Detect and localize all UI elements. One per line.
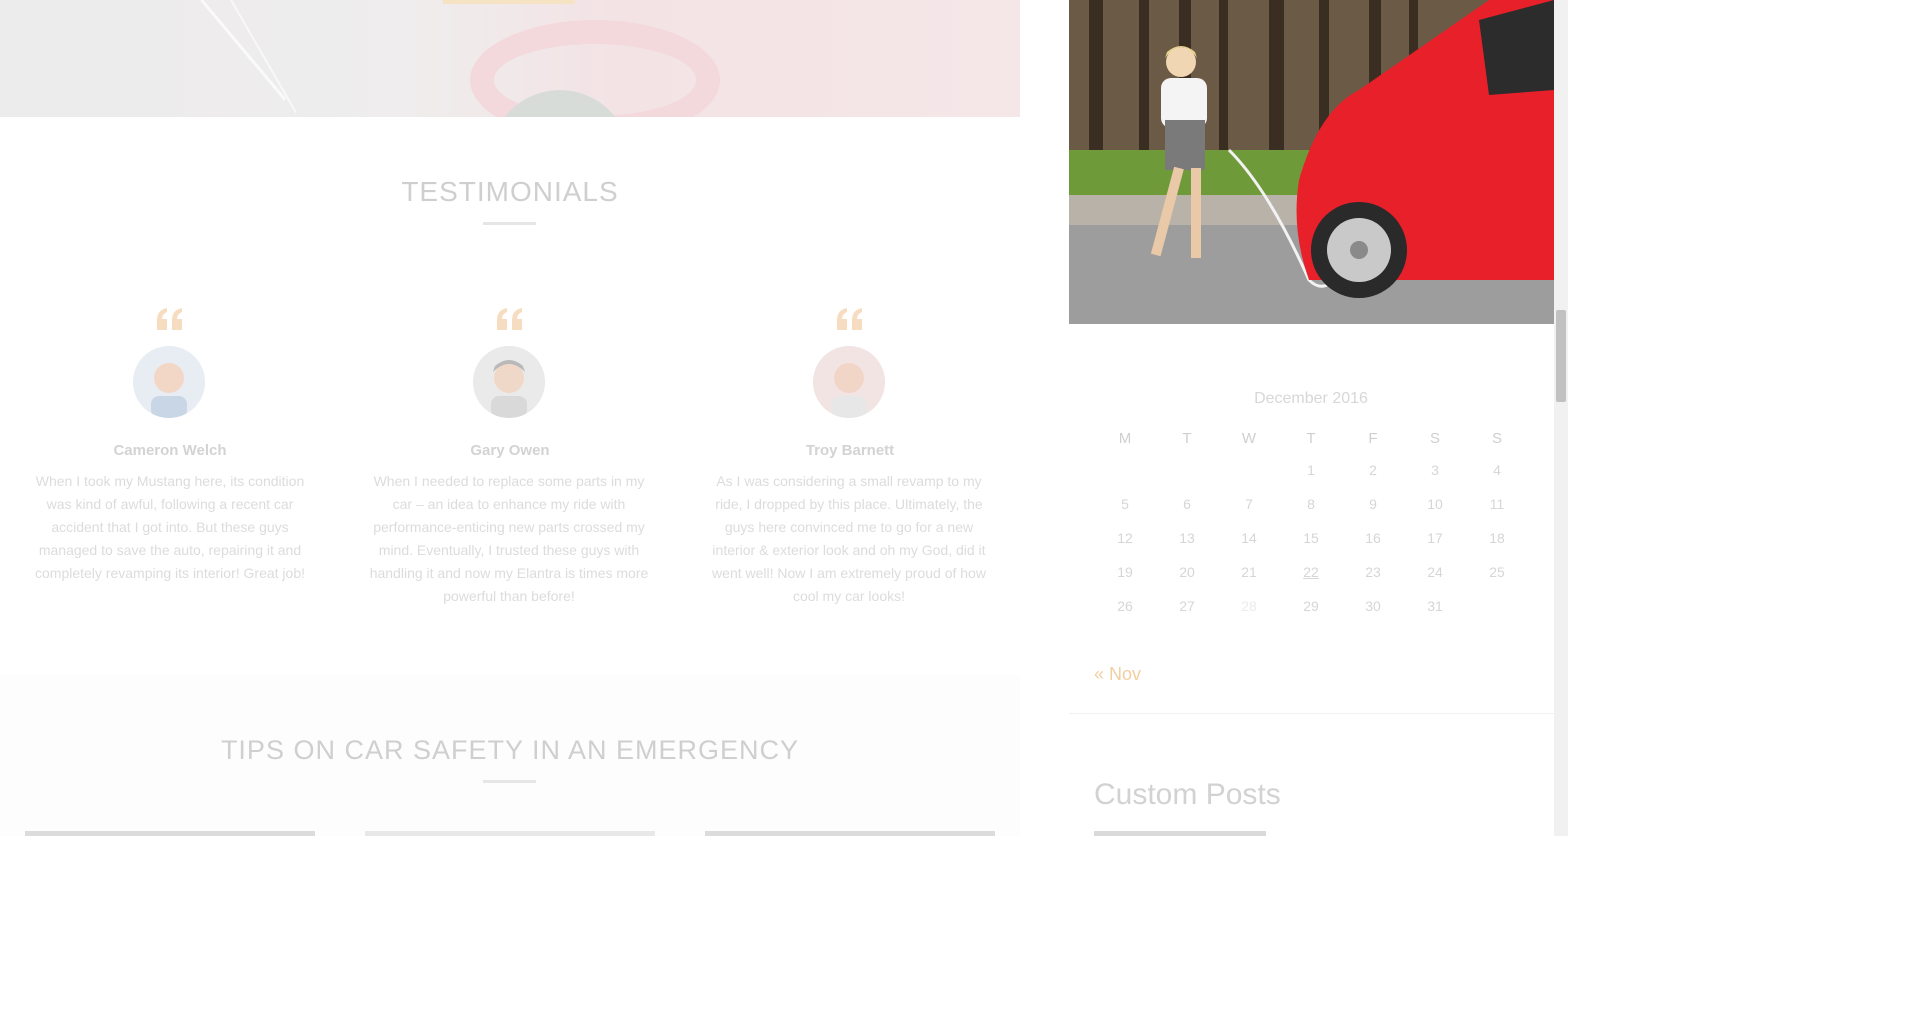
calendar-day: 31 <box>1427 598 1443 614</box>
calendar-day: 29 <box>1303 598 1319 614</box>
calendar-day: 26 <box>1117 598 1133 614</box>
calendar-day: 18 <box>1489 530 1505 546</box>
hero-button-edge[interactable] <box>443 0 575 4</box>
testimonial-text: When I needed to replace some parts in m… <box>369 473 649 604</box>
calendar-day: 14 <box>1241 530 1257 546</box>
calendar-day: 10 <box>1427 496 1443 512</box>
calendar-day: 2 <box>1369 462 1377 478</box>
weekday-header: F <box>1368 430 1378 447</box>
custom-posts-title: Custom Posts <box>1094 778 1281 811</box>
calendar-day: 21 <box>1241 564 1257 580</box>
calendar-day: 4 <box>1493 462 1501 478</box>
quote-icon <box>497 308 522 330</box>
testimonial-author: Troy Barnett <box>805 442 895 459</box>
title-underline <box>483 780 536 783</box>
post-thumbnail[interactable] <box>25 831 315 836</box>
rope-shape <box>230 0 297 114</box>
testimonial-text: As I was considering a small revamp to m… <box>712 473 986 604</box>
scrollbar-thumb[interactable] <box>1556 310 1566 402</box>
rope-shape <box>200 0 287 101</box>
scrollbar-track[interactable] <box>1554 0 1568 836</box>
calendar-prev-month-link[interactable]: « Nov <box>1094 664 1141 685</box>
post-thumbnail[interactable] <box>365 831 655 836</box>
title-underline <box>483 222 536 225</box>
calendar-day-link[interactable]: 22 <box>1280 564 1342 580</box>
quote-icon <box>157 308 182 330</box>
testimonial-author: Gary Owen <box>470 442 550 459</box>
weekday-header: S <box>1429 430 1440 447</box>
sidebar-image <box>1069 0 1554 324</box>
calendar-day: 17 <box>1427 530 1443 546</box>
post-thumbnail[interactable] <box>705 831 995 836</box>
calendar-day-today: 28 <box>1241 598 1257 614</box>
weekday-header: M <box>1118 430 1132 447</box>
calendar-day: 12 <box>1117 530 1133 546</box>
quote-icon <box>837 308 862 330</box>
avatar <box>813 346 885 418</box>
calendar-day: 5 <box>1121 496 1129 512</box>
calendar-day: 25 <box>1489 564 1505 580</box>
testimonials-title: TESTIMONIALS <box>401 176 619 207</box>
calendar-day: 30 <box>1365 598 1381 614</box>
calendar-day: 7 <box>1245 496 1253 512</box>
testimonial-text: When I took my Mustang here, its conditi… <box>35 473 305 581</box>
testimonial-author: Cameron Welch <box>113 442 227 459</box>
weekday-header: W <box>1241 430 1257 447</box>
calendar-caption: December 2016 <box>1254 390 1368 407</box>
avatar <box>133 346 205 418</box>
avatar <box>473 346 545 418</box>
weekday-header: S <box>1491 430 1502 447</box>
calendar-day: 15 <box>1303 530 1319 546</box>
calendar-day: 16 <box>1365 530 1381 546</box>
calendar-day: 8 <box>1307 496 1315 512</box>
calendar-day: 1 <box>1307 462 1315 478</box>
custom-post-thumbnail[interactable] <box>1094 831 1266 836</box>
calendar-day: 6 <box>1183 496 1191 512</box>
hero-image <box>0 0 1020 117</box>
calendar-day: 11 <box>1489 496 1505 512</box>
calendar-day: 27 <box>1179 598 1195 614</box>
calendar-day: 13 <box>1179 530 1195 546</box>
weekday-header: T <box>1182 430 1192 447</box>
calendar-day: 23 <box>1365 564 1381 580</box>
calendar-day: 20 <box>1179 564 1195 580</box>
sidebar-divider <box>1069 713 1554 714</box>
tips-title: TIPS ON CAR SAFETY IN AN EMERGENCY <box>220 735 800 765</box>
calendar-day: 24 <box>1427 564 1443 580</box>
page: TESTIMONIALS Cameron Welch When I took m… <box>0 0 1568 836</box>
calendar-day: 9 <box>1369 496 1377 512</box>
calendar-day: 19 <box>1117 564 1133 580</box>
calendar-day: 3 <box>1431 462 1439 478</box>
weekday-header: T <box>1306 430 1316 447</box>
